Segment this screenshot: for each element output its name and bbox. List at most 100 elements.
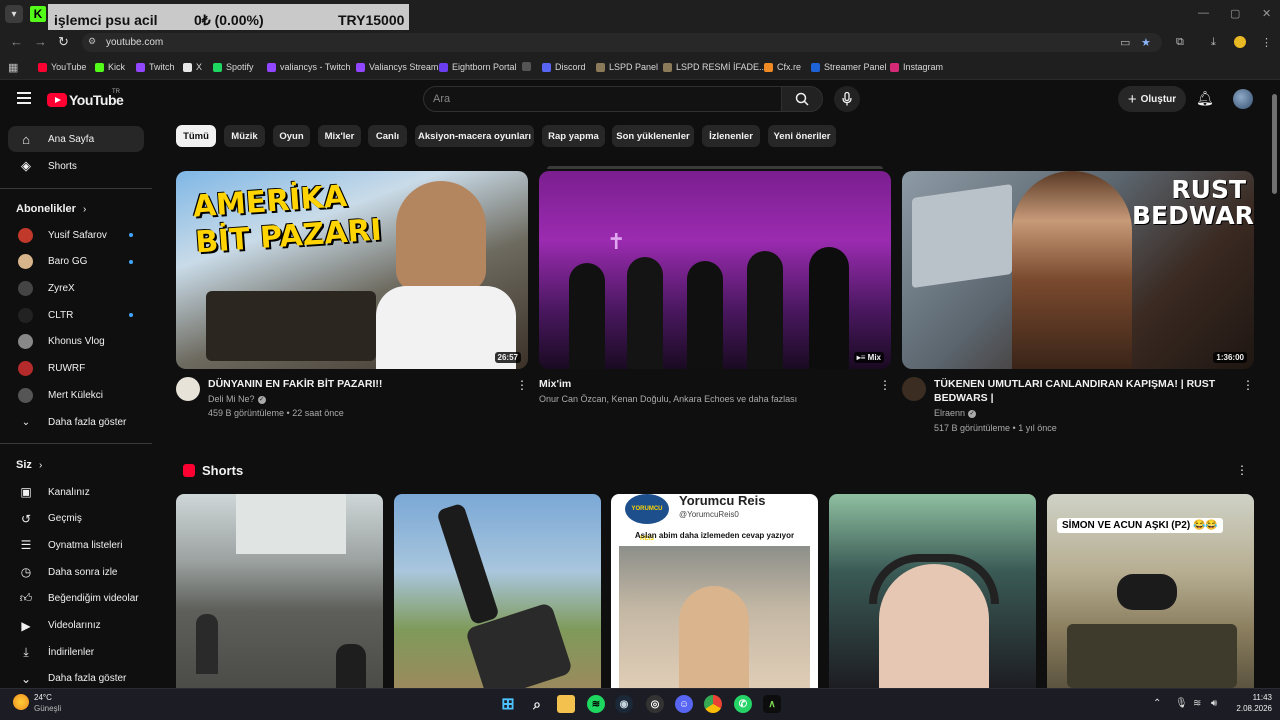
short-card[interactable]: YORUMCU REIS Yorumcu Reis @YorumcuReis0 … [611, 494, 818, 688]
spotify-icon[interactable]: ≋ [587, 695, 605, 713]
bookmark-item[interactable]: LSPD RESMİ İFADE... [663, 62, 767, 72]
steam-icon[interactable]: ◉ [615, 695, 633, 713]
profile-avatar[interactable] [1234, 36, 1246, 48]
filter-chip[interactable]: Rap yapma [542, 125, 605, 147]
voice-search-button[interactable] [834, 86, 860, 112]
sidebar-item-you[interactable]: ☰ Oynatma listeleri [8, 532, 144, 558]
taskbar-search-icon[interactable]: ⌕ [528, 695, 546, 713]
bookmark-item[interactable]: X [183, 62, 202, 72]
back-icon[interactable]: ← [10, 34, 23, 49]
weather-temp[interactable]: 24°C [34, 693, 52, 702]
sidebar-item-show-more[interactable]: ⌄ Daha fazla göster [8, 409, 144, 435]
kick-tab-icon[interactable]: K [30, 6, 46, 22]
bookmark-item[interactable]: Eightborn Portal [439, 62, 517, 72]
filter-chip[interactable]: Son yüklenenler [612, 125, 694, 147]
cast-icon[interactable]: ▭ [1120, 36, 1130, 49]
video-title[interactable]: TÜKENEN UMUTLARI CANLANDIRAN KAPIŞMA! | … [934, 377, 1234, 405]
account-avatar[interactable] [1233, 89, 1253, 109]
notifications-bell-icon[interactable]: 🔔︎ [1196, 90, 1214, 107]
site-info-icon[interactable]: ⚙ [88, 36, 96, 47]
filter-chip[interactable]: Müzik [224, 125, 265, 147]
close-window-icon[interactable]: ✕ [1262, 7, 1271, 20]
sidebar-subscription[interactable]: Khonus Vlog [8, 329, 144, 355]
filter-chip[interactable]: İzlenenler [702, 125, 760, 147]
sidebar-item-shorts[interactable]: ◈ Shorts [8, 153, 144, 179]
filter-chip[interactable]: Yeni öneriler [768, 125, 836, 147]
page-scrollbar[interactable] [1270, 84, 1278, 688]
video-thumbnail[interactable]: ✝ ▸≡ Mix [539, 171, 891, 369]
filter-chip[interactable]: Tümü [176, 125, 216, 147]
bookmark-item[interactable] [522, 62, 535, 71]
search-input[interactable] [433, 90, 773, 108]
channel-avatar[interactable] [176, 377, 200, 401]
bookmark-star-icon[interactable]: ★ [1141, 36, 1151, 49]
short-card[interactable]: SİMON VE ACUN AŞKI (P2) 😂😂 [1047, 494, 1254, 688]
channel-name[interactable]: Elraenn ✓ [934, 408, 977, 418]
apps-grid-icon[interactable]: ▦ [8, 61, 18, 74]
bookmark-item[interactable]: Twitch [136, 62, 175, 72]
short-card[interactable] [176, 494, 383, 688]
filter-chip[interactable]: Mix'ler [318, 125, 361, 147]
bookmark-item[interactable]: LSPD Panel [596, 62, 658, 72]
sidebar-item-you[interactable]: ⤓ İndirilenler [8, 639, 144, 665]
whatsapp-icon[interactable]: ✆ [734, 695, 752, 713]
video-menu-icon[interactable]: ⋮ [516, 378, 528, 392]
windows-start-icon[interactable]: ⊞ [499, 695, 517, 713]
forward-icon[interactable]: → [34, 34, 47, 49]
you-heading[interactable]: Siz › [16, 459, 42, 471]
chrome-menu-icon[interactable]: ⋮ [1261, 36, 1272, 49]
sidebar-subscription[interactable]: Yusif Safarov [8, 222, 144, 248]
bookmark-item[interactable]: Kick [95, 62, 125, 72]
sidebar-item-you[interactable]: ◷ Daha sonra izle [8, 559, 144, 585]
create-button[interactable]: + Oluştur [1118, 86, 1186, 112]
minimize-icon[interactable]: — [1198, 7, 1209, 19]
video-menu-icon[interactable]: ⋮ [879, 378, 891, 392]
video-title[interactable]: Mix'im [539, 377, 859, 391]
chrome-icon[interactable] [704, 695, 722, 713]
downloads-icon[interactable]: ⤓ [1211, 36, 1216, 49]
sidebar-subscription[interactable]: RUWRF [8, 356, 144, 382]
maximize-icon[interactable]: ▢ [1230, 7, 1240, 20]
filter-chip[interactable]: Canlı [368, 125, 407, 147]
volume-icon[interactable]: 🔊︎ [1211, 698, 1217, 709]
sidebar-subscription[interactable]: ZyreX [8, 275, 144, 301]
discord-icon[interactable]: ☺ [675, 695, 693, 713]
youtube-logo-icon[interactable] [47, 93, 67, 107]
microphone-tray-icon[interactable]: 🎙︎ [1175, 698, 1188, 709]
obs-icon[interactable]: ◎ [646, 695, 664, 713]
video-title[interactable]: DÜNYANIN EN FAKİR BİT PAZARI!! [208, 377, 503, 391]
clock-time[interactable]: 11:43 [1238, 693, 1272, 702]
bookmark-item[interactable]: Spotify [213, 62, 254, 72]
tray-chevron-icon[interactable]: ⌃ [1153, 698, 1161, 709]
sidebar-subscription[interactable]: Mert Külekci [8, 382, 144, 408]
search-button[interactable] [781, 86, 823, 112]
sidebar-item-you[interactable]: ▶ Videolarınız [8, 613, 144, 639]
weather-icon[interactable] [13, 694, 29, 710]
bookmark-item[interactable]: YouTube [38, 62, 86, 72]
sidebar-item-you[interactable]: 👍︎ Beğendiğim videolar [8, 586, 144, 612]
filter-chip[interactable]: Aksiyon-macera oyunları [415, 125, 534, 147]
video-thumbnail[interactable]: RUST BEDWARS 1:36:00 [902, 171, 1254, 369]
reload-icon[interactable]: ↻ [58, 34, 69, 50]
bookmark-item[interactable]: Streamer Panel [811, 62, 887, 72]
bookmark-item[interactable]: Discord [542, 62, 586, 72]
short-card[interactable] [394, 494, 601, 688]
filter-chip[interactable]: Oyun [273, 125, 310, 147]
short-card[interactable] [829, 494, 1036, 688]
address-bar[interactable] [82, 33, 1162, 52]
bookmark-item[interactable]: Instagram [890, 62, 943, 72]
sidebar-item-home[interactable]: ⌂ Ana Sayfa [8, 126, 144, 152]
extensions-icon[interactable]: ⧉ [1176, 36, 1184, 49]
url-text[interactable]: youtube.com [106, 37, 163, 48]
bookmark-item[interactable]: valiancys - Twitch [267, 62, 350, 72]
shorts-menu-icon[interactable]: ⋮ [1236, 463, 1248, 477]
video-thumbnail[interactable]: AMERİKA BİT PAZARI 26:57 [176, 171, 528, 369]
wifi-icon[interactable]: ≋ [1193, 698, 1201, 709]
sidebar-item-you[interactable]: ▣ Kanalınız [8, 479, 144, 505]
subscriptions-heading[interactable]: Abonelikler › [16, 203, 86, 215]
app-icon[interactable]: ∧ [763, 695, 781, 713]
bookmark-item[interactable]: Valiancys Stream [356, 62, 438, 72]
file-explorer-icon[interactable] [557, 695, 575, 713]
menu-icon[interactable] [17, 92, 31, 107]
sidebar-item-you[interactable]: ↺ Geçmiş [8, 506, 144, 532]
